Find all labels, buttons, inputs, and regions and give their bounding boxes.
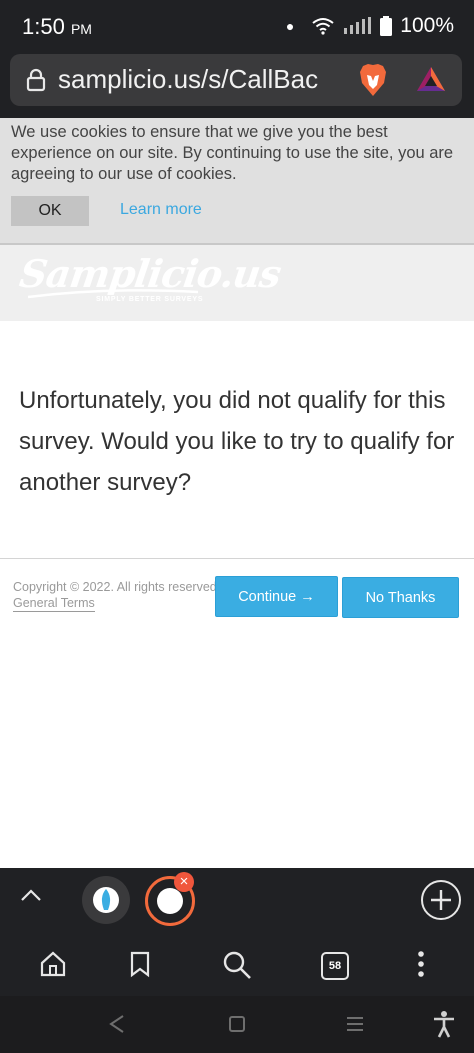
bat-rewards-icon[interactable] xyxy=(416,66,446,92)
disqualification-message: Unfortunately, you did not qualify for t… xyxy=(19,387,455,496)
browser-url-area: samplicio.us/s/CallBac xyxy=(0,54,474,118)
back-icon[interactable] xyxy=(108,1014,126,1034)
recents-icon[interactable] xyxy=(345,1016,365,1032)
status-time-value: 1:50 xyxy=(22,14,65,39)
home-icon[interactable] xyxy=(39,950,67,978)
address-bar[interactable]: samplicio.us/s/CallBac xyxy=(10,54,462,106)
bookmark-icon[interactable] xyxy=(128,950,152,978)
signal-icon xyxy=(344,17,372,34)
search-icon[interactable] xyxy=(222,950,252,980)
site-header: Samplicio.us SIMPLY BETTER SURVEYS xyxy=(0,245,474,321)
no-thanks-button[interactable]: No Thanks xyxy=(342,577,459,618)
close-tab-icon[interactable]: × xyxy=(174,872,194,892)
cookie-banner: We use cookies to ensure that we give yo… xyxy=(0,118,474,243)
status-time-ampm: PM xyxy=(70,21,92,37)
lock-icon xyxy=(26,68,46,92)
battery-percent: 100% xyxy=(400,14,454,37)
dot-icon: ● xyxy=(285,18,295,34)
home-square-icon[interactable] xyxy=(228,1015,246,1033)
more-icon[interactable] xyxy=(414,950,428,978)
new-tab-plus-icon[interactable] xyxy=(421,880,461,920)
status-bar: 1:50 PM ● 100% xyxy=(0,0,474,54)
browser-toolbar: 58 xyxy=(0,932,474,996)
status-icons: ● 100% xyxy=(286,14,454,38)
site-favicon-icon xyxy=(93,887,119,913)
status-time: 1:50 PM xyxy=(22,14,92,40)
battery-icon xyxy=(380,16,393,36)
continue-button[interactable]: Continue → xyxy=(215,576,338,617)
learn-more-link[interactable]: Learn more xyxy=(120,201,202,219)
cookie-message: We use cookies to ensure that we give yo… xyxy=(11,123,454,183)
logo-tagline: SIMPLY BETTER SURVEYS xyxy=(96,296,204,303)
copyright-text: Copyright © 2022. All rights reserved. xyxy=(13,580,218,594)
content-divider xyxy=(0,558,474,559)
accessibility-icon[interactable] xyxy=(432,1010,456,1038)
cookie-ok-button[interactable]: OK xyxy=(11,196,89,226)
brave-lion-icon[interactable] xyxy=(358,63,388,97)
chevron-up-icon[interactable] xyxy=(20,888,42,902)
tab-thumbnail[interactable] xyxy=(82,876,130,924)
tabs-icon[interactable]: 58 xyxy=(321,952,349,980)
wifi-icon xyxy=(312,18,334,35)
general-terms-link[interactable]: General Terms xyxy=(13,596,95,612)
tab-strip: × xyxy=(0,868,474,932)
url-text[interactable]: samplicio.us/s/CallBac xyxy=(58,64,358,95)
system-nav-bar xyxy=(0,996,474,1053)
